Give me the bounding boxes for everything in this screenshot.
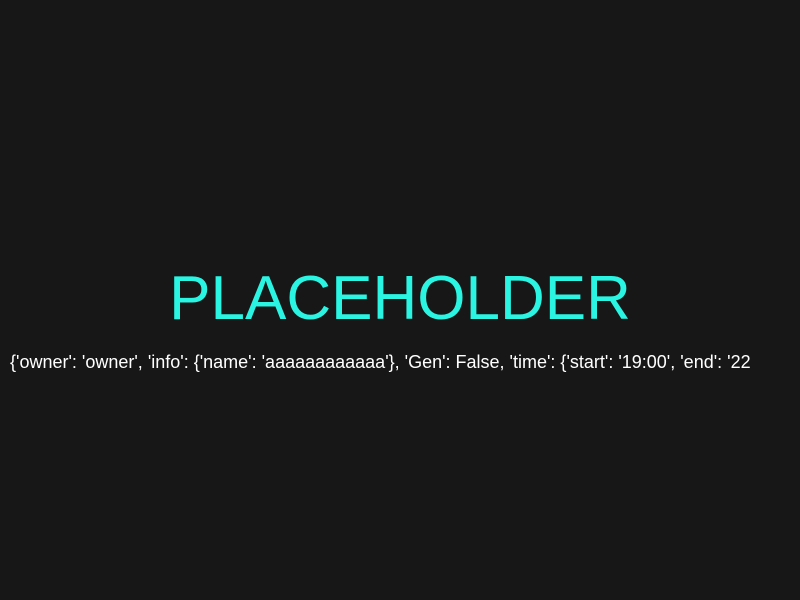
- data-dump-text: {'owner': 'owner', 'info': {'name': 'aaa…: [10, 352, 751, 372]
- app-screen: PLACEHOLDER {'owner': 'owner', 'info': {…: [0, 0, 800, 600]
- placeholder-title: PLACEHOLDER: [169, 264, 631, 333]
